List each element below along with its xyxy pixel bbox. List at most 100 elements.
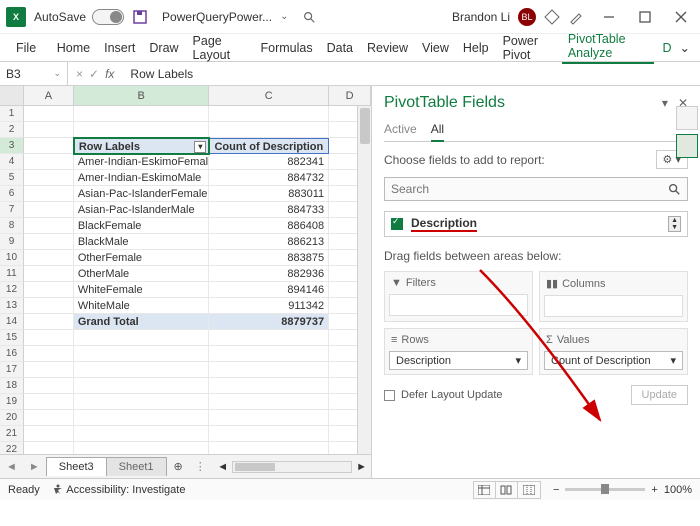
row-header[interactable]: 20 [0, 410, 24, 426]
tab-pivottable-analyze[interactable]: PivotTable Analyze [562, 32, 655, 64]
cell[interactable]: 883011 [209, 186, 329, 202]
col-header-a[interactable]: A [24, 86, 74, 105]
cell[interactable]: BlackMale [74, 234, 210, 250]
cell[interactable] [24, 186, 74, 202]
row-header[interactable]: 10 [0, 250, 24, 266]
cell[interactable]: WhiteMale [74, 298, 210, 314]
cell[interactable] [74, 362, 210, 378]
row-header[interactable]: 14 [0, 314, 24, 330]
cell[interactable] [24, 378, 74, 394]
cell[interactable]: 886213 [209, 234, 329, 250]
cell[interactable] [24, 250, 74, 266]
tab-page-layout[interactable]: Page Layout [187, 34, 253, 62]
cell[interactable] [209, 330, 329, 346]
row-header[interactable]: 13 [0, 298, 24, 314]
cell[interactable] [74, 394, 210, 410]
cell[interactable]: Asian-Pac-IslanderFemale [74, 186, 210, 202]
cell[interactable] [209, 410, 329, 426]
values-item-count[interactable]: Count of Description▾ [544, 351, 683, 370]
diamond-icon[interactable] [544, 9, 560, 25]
field-description[interactable]: Description ▲▼ [384, 211, 688, 237]
cell[interactable]: Grand Total [74, 314, 210, 330]
row-header[interactable]: 2 [0, 122, 24, 138]
cell[interactable] [209, 442, 329, 454]
row-header[interactable]: 6 [0, 186, 24, 202]
cell[interactable] [74, 378, 210, 394]
cell[interactable] [209, 378, 329, 394]
tab-data[interactable]: Data [321, 41, 359, 55]
row-header[interactable]: 19 [0, 394, 24, 410]
row-header[interactable]: 15 [0, 330, 24, 346]
document-title[interactable]: PowerQueryPower... [162, 10, 272, 24]
cell[interactable] [24, 154, 74, 170]
cell[interactable]: 882936 [209, 266, 329, 282]
cell[interactable] [24, 106, 74, 122]
name-box[interactable]: B3⌄ [0, 62, 68, 85]
add-sheet-icon[interactable]: ⊕ [166, 460, 191, 473]
cell[interactable]: 8879737 [209, 314, 329, 330]
cell[interactable] [24, 234, 74, 250]
row-header[interactable]: 11 [0, 266, 24, 282]
search-input[interactable] [391, 182, 667, 196]
rail-btn-1[interactable] [676, 106, 698, 130]
row-header[interactable]: 17 [0, 362, 24, 378]
row-header[interactable]: 9 [0, 234, 24, 250]
row-header[interactable]: 3 [0, 138, 24, 154]
cell[interactable]: Amer-Indian-EskimoMale [74, 170, 210, 186]
maximize-icon[interactable] [638, 10, 652, 24]
cell[interactable] [74, 106, 210, 122]
formula-input[interactable]: Row Labels [122, 67, 700, 81]
cell[interactable] [74, 410, 210, 426]
tab-draw[interactable]: Draw [143, 41, 184, 55]
rows-item-description[interactable]: Description▾ [389, 351, 528, 370]
col-header-c[interactable]: C [209, 86, 329, 105]
checkbox-checked-icon[interactable] [391, 218, 403, 230]
cell[interactable]: 886408 [209, 218, 329, 234]
field-stepper[interactable]: ▲▼ [668, 216, 681, 232]
cell[interactable] [74, 426, 210, 442]
sheet-nav-next-icon[interactable]: ► [23, 461, 46, 473]
cell[interactable]: OtherFemale [74, 250, 210, 266]
tab-view[interactable]: View [416, 41, 455, 55]
cell[interactable]: 884732 [209, 170, 329, 186]
col-header-b[interactable]: B [74, 86, 210, 105]
search-icon[interactable] [302, 10, 316, 24]
cell[interactable] [24, 138, 74, 154]
zoom-level[interactable]: 100% [664, 484, 692, 496]
row-header[interactable]: 5 [0, 170, 24, 186]
zoom-out-icon[interactable]: − [553, 484, 559, 496]
row-header[interactable]: 4 [0, 154, 24, 170]
cell[interactable]: 883875 [209, 250, 329, 266]
chevron-down-icon[interactable]: ⌄ [280, 11, 288, 22]
minimize-icon[interactable] [602, 10, 616, 24]
view-normal-icon[interactable] [474, 482, 496, 498]
tab-power-pivot[interactable]: Power Pivot [497, 34, 560, 62]
cell[interactable] [74, 122, 210, 138]
rail-btn-2[interactable] [676, 134, 698, 158]
pane-options-icon[interactable]: ▾ [662, 96, 668, 110]
row-header[interactable]: 8 [0, 218, 24, 234]
cell[interactable]: 911342 [209, 298, 329, 314]
row-header[interactable]: 21 [0, 426, 24, 442]
pivot-filter-dropdown-icon[interactable]: ▾ [194, 141, 206, 153]
fx-icon[interactable]: fx [105, 67, 114, 81]
cell[interactable]: BlackFemale [74, 218, 210, 234]
sheet-nav-prev-icon[interactable]: ◄ [0, 461, 23, 473]
cell[interactable] [24, 266, 74, 282]
cell[interactable] [209, 346, 329, 362]
col-header-d[interactable]: D [329, 86, 371, 105]
cell[interactable] [209, 426, 329, 442]
row-header[interactable]: 12 [0, 282, 24, 298]
save-icon[interactable] [132, 9, 148, 25]
cell[interactable]: 882341 [209, 154, 329, 170]
area-columns[interactable]: ▮▮Columns [539, 271, 688, 322]
defer-checkbox[interactable] [384, 390, 395, 401]
cell[interactable] [24, 218, 74, 234]
toggle-off-icon[interactable] [92, 9, 124, 25]
row-header[interactable]: 22 [0, 442, 24, 454]
close-icon[interactable] [674, 10, 688, 24]
cell[interactable] [24, 362, 74, 378]
cell[interactable] [209, 106, 329, 122]
zoom-slider[interactable] [565, 488, 645, 491]
cell[interactable] [24, 442, 74, 454]
